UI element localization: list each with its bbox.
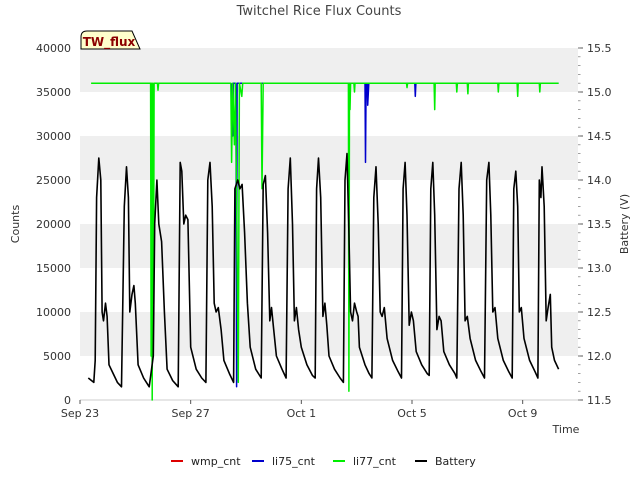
x-axis-title: Time	[552, 423, 580, 436]
y2-tick-label: 14.5	[587, 130, 612, 143]
y-tick-label: 10000	[36, 306, 71, 319]
x-tick-label: Sep 23	[61, 407, 99, 420]
chart: Twitchel Rice Flux Counts Sep 23 Sep 27 Oc…	[9, 4, 631, 468]
y2-axis-title: Battery (V)	[618, 194, 631, 254]
x-tick-label: Oct 5	[397, 407, 427, 420]
y-tick-label: 40000	[36, 42, 71, 55]
y2-tick-label: 12.0	[587, 350, 612, 363]
x-axis: Sep 23 Sep 27 Oct 1 Oct 5 Oct 9	[61, 400, 538, 420]
x-tick-label: Sep 27	[172, 407, 210, 420]
y-tick-label: 5000	[43, 350, 71, 363]
y-tick-label: 30000	[36, 130, 71, 143]
y2-tick-label: 13.0	[587, 262, 612, 275]
legend-label: wmp_cnt	[191, 455, 241, 468]
y2-tick-label: 13.5	[587, 218, 612, 231]
badge: TW_flux	[80, 30, 141, 50]
legend-label: li77_cnt	[353, 455, 397, 468]
y2-tick-label: 12.5	[587, 306, 612, 319]
y2-tick-label: 15.5	[587, 42, 612, 55]
legend-label: li75_cnt	[272, 455, 316, 468]
y-tick-label: 35000	[36, 86, 71, 99]
x-tick-label: Oct 9	[508, 407, 538, 420]
legend: wmp_cnt li75_cnt li77_cnt Battery	[171, 455, 476, 468]
y2-tick-label: 14.0	[587, 174, 612, 187]
y-axis-title: Counts	[9, 205, 22, 244]
y2-tick-label: 11.5	[587, 394, 612, 407]
y-tick-label: 20000	[36, 218, 71, 231]
legend-label: Battery	[435, 455, 476, 468]
x-tick-label: Oct 1	[287, 407, 317, 420]
chart-title: Twitchel Rice Flux Counts	[236, 4, 402, 19]
y-axis-right: 11.5 12.0 12.5 13.0 13.5 14.0 14.5 15.0 15.5	[578, 42, 612, 407]
y-axis-left: 0 5000 10000 15000 20000 25000 30000 35000 40000	[36, 42, 71, 407]
y-tick-label: 15000	[36, 262, 71, 275]
badge-text: TW_flux	[83, 35, 136, 50]
y2-tick-label: 15.0	[587, 86, 612, 99]
y-tick-label: 0	[64, 394, 71, 407]
y-tick-label: 25000	[36, 174, 71, 187]
